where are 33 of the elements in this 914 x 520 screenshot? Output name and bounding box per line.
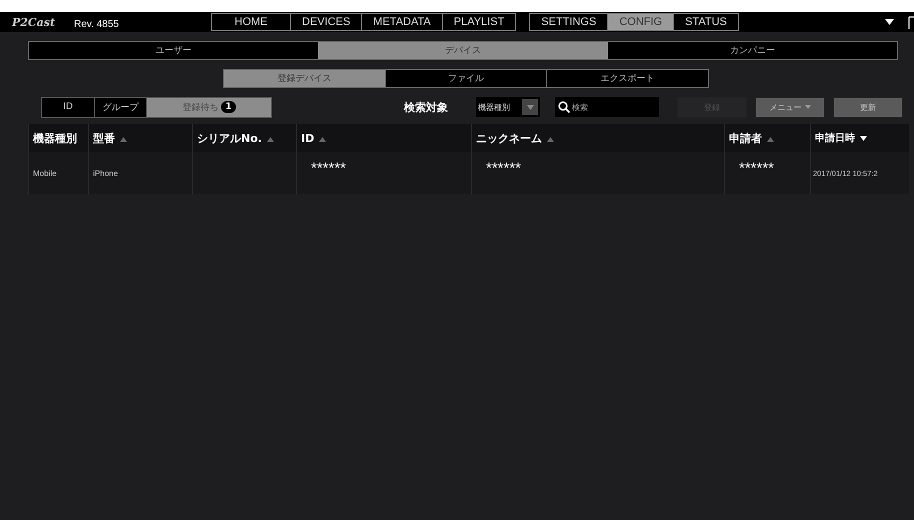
action-button[interactable]: 更新 bbox=[833, 96, 903, 118]
table-cell: Mobile bbox=[33, 168, 57, 178]
column-header[interactable]: 型番 bbox=[88, 124, 192, 152]
sub-tab[interactable]: エクスポート bbox=[546, 70, 708, 87]
column-header[interactable]: シリアルNo. bbox=[192, 124, 296, 152]
sub-tab[interactable]: 登録デバイス bbox=[224, 70, 385, 87]
count-badge: 1 bbox=[221, 101, 236, 113]
category-tab[interactable]: デバイス bbox=[318, 42, 608, 59]
revision-label: Rev. 4855 bbox=[74, 18, 120, 30]
caret-icon bbox=[804, 105, 810, 109]
table-cell: iPhone bbox=[93, 168, 118, 178]
filter-tab[interactable]: ID bbox=[42, 98, 94, 116]
filter-tab[interactable]: グループ bbox=[94, 98, 146, 116]
sub-tab[interactable]: ファイル bbox=[384, 70, 546, 87]
table-cell: ****** bbox=[739, 160, 774, 177]
menu-button[interactable]: メニュー bbox=[755, 96, 825, 118]
column-header[interactable]: 機器種別 bbox=[28, 124, 88, 152]
column-header[interactable]: 申請者 bbox=[724, 124, 810, 152]
table-cell: ****** bbox=[486, 160, 522, 177]
filter-tab[interactable]: 登録待ち 1 bbox=[146, 98, 271, 116]
dropdown-arrow-icon bbox=[526, 104, 534, 110]
search-field[interactable]: 検索 bbox=[555, 97, 659, 117]
target-select[interactable]: 機器種別 bbox=[476, 97, 540, 117]
search-target-label: 検索対象 bbox=[404, 100, 449, 114]
logo: P2Cast bbox=[12, 16, 56, 28]
category-tab[interactable]: ユーザー bbox=[29, 42, 318, 59]
table-cell: ****** bbox=[311, 160, 346, 177]
column-header[interactable]: ニックネーム bbox=[472, 124, 724, 152]
nav-tab[interactable]: CONFIG bbox=[607, 14, 674, 30]
category-tab[interactable]: カンパニー bbox=[608, 42, 897, 59]
column-header[interactable]: ID bbox=[296, 124, 472, 152]
caret-icon[interactable] bbox=[885, 19, 894, 25]
column-header[interactable]: 申請日時 bbox=[810, 124, 908, 152]
